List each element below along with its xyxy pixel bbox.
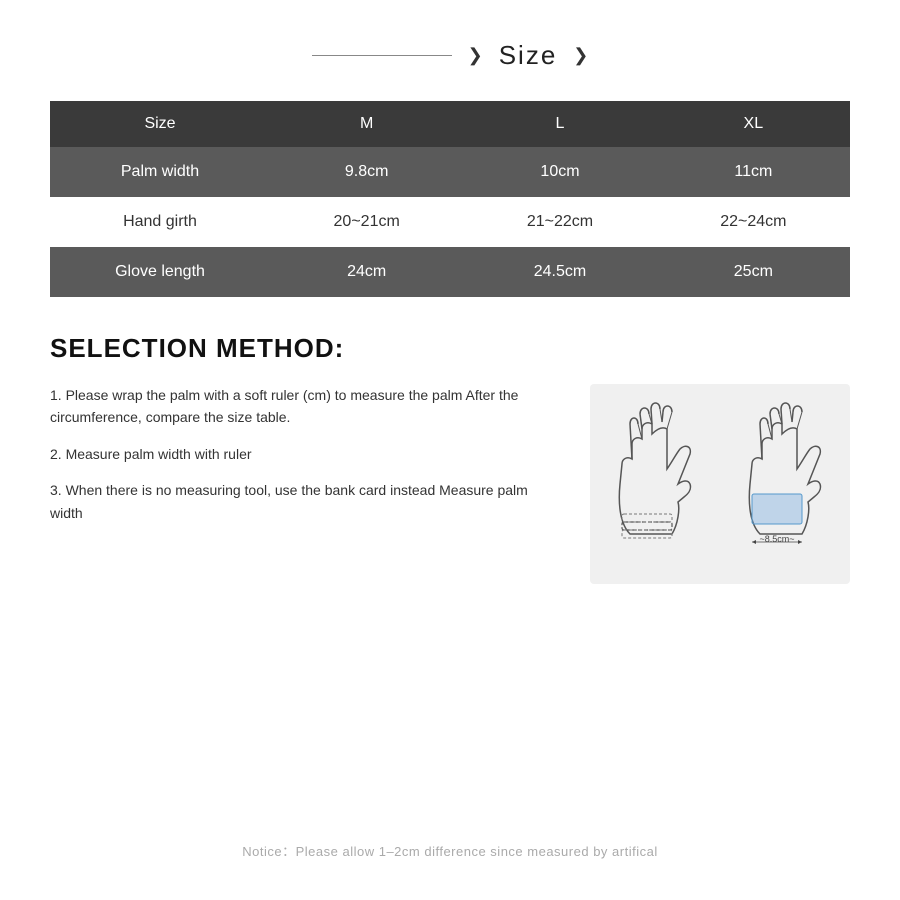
size-table: Size M L XL Palm width 9.8cm 10cm 11cm H… [50, 101, 850, 297]
row-xl-glove-length: 25cm [657, 247, 850, 297]
selection-step-3: 3. When there is no measuring tool, use … [50, 479, 560, 524]
col-header-l: L [463, 101, 656, 147]
row-l-hand-girth: 21~22cm [463, 197, 656, 247]
row-xl-palm-width: 11cm [657, 147, 850, 197]
row-l-glove-length: 24.5cm [463, 247, 656, 297]
col-header-size: Size [50, 101, 270, 147]
header-line-left [312, 55, 452, 56]
page-title: Size [499, 40, 558, 71]
selection-section: SELECTION METHOD: 1. Please wrap the pal… [50, 333, 850, 584]
row-label-palm-width: Palm width [50, 147, 270, 197]
selection-content: 1. Please wrap the palm with a soft rule… [50, 384, 850, 584]
row-l-palm-width: 10cm [463, 147, 656, 197]
left-glove [619, 403, 690, 538]
col-header-m: M [270, 101, 463, 147]
glove-illustration: ~8.5cm~ [590, 384, 850, 584]
selection-text: 1. Please wrap the palm with a soft rule… [50, 384, 560, 538]
selection-title: SELECTION METHOD: [50, 333, 850, 364]
row-label-glove-length: Glove length [50, 247, 270, 297]
chevron-down-left-icon[interactable]: ❯ [468, 45, 483, 66]
row-label-hand-girth: Hand girth [50, 197, 270, 247]
col-header-xl: XL [657, 101, 850, 147]
table-row: Palm width 9.8cm 10cm 11cm [50, 147, 850, 197]
table-row: Glove length 24cm 24.5cm 25cm [50, 247, 850, 297]
svg-text:~8.5cm~: ~8.5cm~ [759, 534, 794, 544]
selection-step-1: 1. Please wrap the palm with a soft rule… [50, 384, 560, 429]
selection-step-2: 2. Measure palm width with ruler [50, 443, 560, 465]
row-m-glove-length: 24cm [270, 247, 463, 297]
header: ❯ Size ❯ [50, 40, 850, 71]
row-m-palm-width: 9.8cm [270, 147, 463, 197]
notice-text: Notice：Please allow 1–2cm difference sin… [50, 821, 850, 860]
table-row: Hand girth 20~21cm 21~22cm 22~24cm [50, 197, 850, 247]
row-xl-hand-girth: 22~24cm [657, 197, 850, 247]
right-glove: ~8.5cm~ [749, 403, 820, 544]
chevron-down-right-icon[interactable]: ❯ [573, 45, 588, 66]
glove-svg: ~8.5cm~ [600, 394, 840, 574]
row-m-hand-girth: 20~21cm [270, 197, 463, 247]
